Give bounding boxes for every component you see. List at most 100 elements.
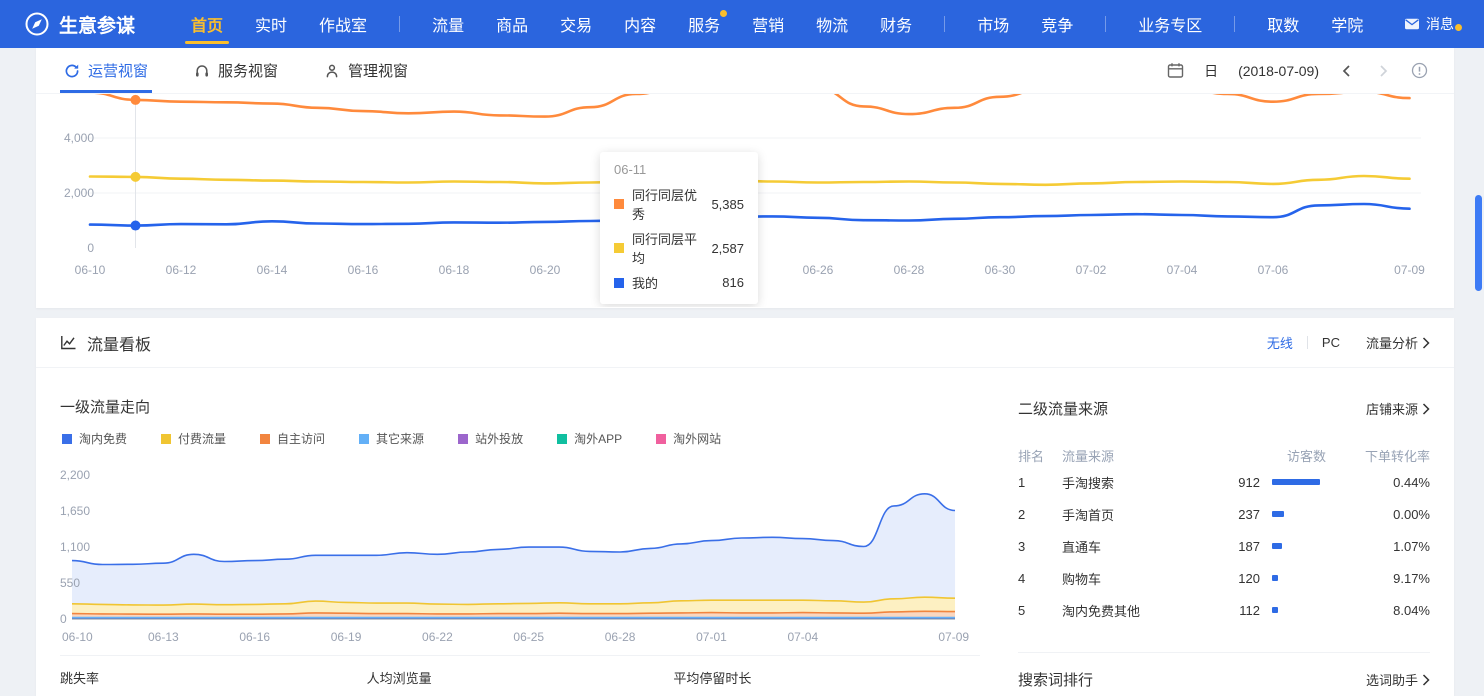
date-granularity[interactable]: 日 bbox=[1204, 61, 1218, 81]
source-conversion-rate: 1.07% bbox=[1326, 539, 1430, 554]
series-line-0 bbox=[90, 94, 1410, 117]
x-tick-label: 06-13 bbox=[148, 630, 179, 644]
y-tick-label: 4,000 bbox=[64, 131, 94, 145]
link-separator bbox=[1307, 336, 1308, 349]
tab-service-view[interactable]: 服务视窗 bbox=[194, 48, 278, 93]
source-visitors: 187 bbox=[1190, 539, 1260, 554]
legend-item-淘内免费[interactable]: 淘内免费 bbox=[62, 430, 127, 447]
nav-item-label: 市场 bbox=[977, 12, 1009, 36]
legend-item-淘外APP[interactable]: 淘外APP bbox=[557, 430, 622, 447]
tab-management-view[interactable]: 管理视窗 bbox=[324, 48, 408, 93]
legend-item-站外投放[interactable]: 站外投放 bbox=[458, 430, 523, 447]
legend-item-淘外网站[interactable]: 淘外网站 bbox=[656, 430, 721, 447]
y-tick-label: 0 bbox=[60, 612, 67, 626]
nav-item-label: 作战室 bbox=[319, 12, 367, 36]
legend-swatch bbox=[62, 434, 72, 444]
source-row-淘内免费其他[interactable]: 5淘内免费其他1128.04% bbox=[1018, 594, 1430, 626]
traffic-board-header: 流量看板 无线 PC 流量分析 bbox=[36, 318, 1454, 368]
source-conversion-rate: 9.17% bbox=[1326, 571, 1430, 586]
source-name: 直通车 bbox=[1062, 537, 1190, 556]
legend-label: 其它来源 bbox=[376, 430, 424, 447]
nav-item-交易[interactable]: 交易 bbox=[560, 0, 592, 48]
highlight-dot-2 bbox=[131, 221, 141, 231]
nav-item-物流[interactable]: 物流 bbox=[816, 0, 848, 48]
x-tick-label: 06-16 bbox=[348, 263, 379, 277]
page-scrollbar-thumb[interactable] bbox=[1475, 195, 1482, 291]
info-button[interactable] bbox=[1411, 62, 1428, 79]
source-row-手淘首页[interactable]: 2手淘首页2370.00% bbox=[1018, 498, 1430, 530]
nav-item-竞争[interactable]: 竞争 bbox=[1041, 0, 1073, 48]
nav-item-营销[interactable]: 营销 bbox=[752, 0, 784, 48]
trend-area-chart-svg[interactable]: 05501,1001,6502,20006-1006-1306-1606-190… bbox=[60, 455, 972, 655]
nav-item-财务[interactable]: 财务 bbox=[880, 0, 912, 48]
legend-item-其它来源[interactable]: 其它来源 bbox=[359, 430, 424, 447]
current-date: (2018-07-09) bbox=[1238, 63, 1319, 79]
stat-bounce-rate: 跳失率 59.72% bbox=[60, 668, 367, 696]
terminal-tab-pc[interactable]: PC bbox=[1322, 335, 1340, 350]
nav-item-业务专区[interactable]: 业务专区 bbox=[1138, 0, 1202, 48]
trend-legend: 淘内免费 付费流量 自主访问 其它来源 站外投放 淘外APP 淘外网站 bbox=[62, 430, 721, 447]
nav-item-内容[interactable]: 内容 bbox=[624, 0, 656, 48]
nav-item-作战室[interactable]: 作战室 bbox=[319, 0, 367, 48]
nav-item-服务[interactable]: 服务 bbox=[688, 0, 720, 48]
nav-item-label: 学院 bbox=[1331, 12, 1363, 36]
app-logo[interactable]: 生意参谋 bbox=[24, 11, 135, 38]
nav-item-label: 商品 bbox=[496, 12, 528, 36]
active-tab-underline bbox=[60, 90, 152, 93]
legend-swatch bbox=[656, 434, 666, 444]
stat-label: 人均浏览量 bbox=[367, 668, 674, 687]
traffic-stats-row: 跳失率 59.72% 人均浏览量 5.01 平均停留时长 17.48秒 bbox=[60, 655, 980, 696]
legend-label: 淘外APP bbox=[574, 430, 622, 447]
nav-item-流量[interactable]: 流量 bbox=[432, 0, 464, 48]
tab-operation-view[interactable]: 运营视窗 bbox=[64, 48, 148, 93]
x-tick-label: 07-09 bbox=[1394, 263, 1425, 277]
nav-item-实时[interactable]: 实时 bbox=[255, 0, 287, 48]
col-source: 流量来源 bbox=[1062, 446, 1190, 465]
tab-label: 服务视窗 bbox=[218, 60, 278, 81]
col-conversion: 下单转化率 bbox=[1326, 446, 1430, 465]
source-visitors: 120 bbox=[1190, 571, 1260, 586]
nav-item-首页[interactable]: 首页 bbox=[191, 0, 223, 48]
traffic-analysis-link[interactable]: 流量分析 bbox=[1366, 333, 1430, 352]
shop-source-link[interactable]: 店铺来源 bbox=[1366, 399, 1430, 418]
source-name: 手淘搜索 bbox=[1062, 473, 1190, 492]
traffic-board-panel: 流量看板 无线 PC 流量分析 一级流量走向 淘内免费付费流量自主访问其它来源站… bbox=[36, 318, 1454, 696]
y-tick-label: 0 bbox=[87, 241, 94, 255]
x-tick-label: 07-09 bbox=[938, 630, 969, 644]
nav-item-label: 财务 bbox=[880, 12, 912, 36]
nav-item-商品[interactable]: 商品 bbox=[496, 0, 528, 48]
legend-item-付费流量[interactable]: 付费流量 bbox=[161, 430, 226, 447]
source-row-手淘搜索[interactable]: 1手淘搜索9120.44% bbox=[1018, 466, 1430, 498]
next-date-button[interactable] bbox=[1375, 63, 1391, 79]
chart-tooltip: 06-11 同行同层优秀 5,385 同行同层平均 2,587 我的 816 bbox=[600, 152, 758, 304]
y-tick-label: 1,100 bbox=[60, 540, 90, 554]
word-assistant-link[interactable]: 选词助手 bbox=[1366, 670, 1430, 689]
visitor-bar bbox=[1272, 479, 1320, 485]
visitor-bar bbox=[1272, 543, 1282, 549]
tab-label: 管理视窗 bbox=[348, 60, 408, 81]
traffic-board-links: 无线 PC 流量分析 bbox=[1267, 333, 1430, 352]
stat-label: 跳失率 bbox=[60, 668, 367, 687]
nav-item-学院[interactable]: 学院 bbox=[1331, 0, 1363, 48]
nav-item-市场[interactable]: 市场 bbox=[977, 0, 1009, 48]
calendar-icon[interactable] bbox=[1167, 62, 1184, 79]
source-row-购物车[interactable]: 4购物车1209.17% bbox=[1018, 562, 1430, 594]
x-tick-label: 07-02 bbox=[1076, 263, 1107, 277]
terminal-tab-wireless[interactable]: 无线 bbox=[1267, 333, 1293, 352]
source-row-直通车[interactable]: 3直通车187 1.07% bbox=[1018, 530, 1430, 562]
source-rank: 3 bbox=[1018, 539, 1062, 554]
nav-item-messages[interactable]: 消息 bbox=[1404, 14, 1454, 34]
legend-item-自主访问[interactable]: 自主访问 bbox=[260, 430, 325, 447]
nav-item-label: 取数 bbox=[1267, 12, 1299, 36]
x-tick-label: 06-28 bbox=[894, 263, 925, 277]
chevron-right-icon bbox=[1422, 337, 1430, 349]
tooltip-row-excellent: 同行同层优秀 5,385 bbox=[614, 185, 744, 223]
prev-date-button[interactable] bbox=[1339, 63, 1355, 79]
x-tick-label: 06-10 bbox=[62, 630, 93, 644]
source-table: 排名 流量来源 访客数 下单转化率 1手淘搜索9120.44%2手淘首页2370… bbox=[1018, 444, 1430, 626]
visitor-bar bbox=[1272, 511, 1284, 517]
nav-item-取数[interactable]: 取数 bbox=[1267, 0, 1299, 48]
traffic-board-title: 流量看板 bbox=[87, 331, 151, 355]
legend-swatch bbox=[161, 434, 171, 444]
traffic-analysis-label: 流量分析 bbox=[1366, 333, 1418, 352]
